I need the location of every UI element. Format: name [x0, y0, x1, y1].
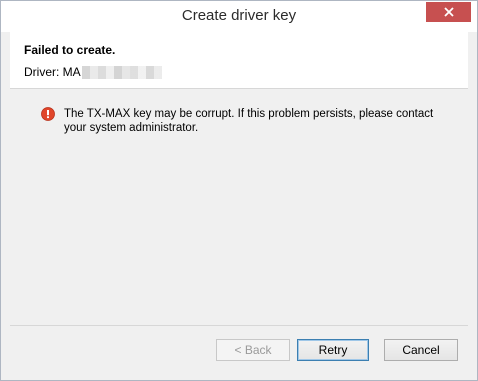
close-button[interactable] [426, 2, 471, 22]
redacted-driver-name [81, 65, 162, 79]
header-title: Failed to create. [24, 43, 116, 57]
dialog-header: Failed to create. Driver: MA [10, 32, 468, 88]
window-title: Create driver key [181, 7, 297, 24]
close-icon [443, 7, 454, 17]
back-button[interactable]: < Back [216, 339, 290, 361]
driver-line: Driver: MA [24, 65, 162, 79]
cancel-button[interactable]: Cancel [384, 339, 458, 361]
footer-separator [10, 325, 468, 326]
dialog-content: The TX-MAX key may be corrupt. If this p… [10, 89, 468, 323]
driver-label: Driver: MA [24, 65, 81, 79]
dialog-window: Create driver key Failed to create. Driv… [0, 0, 478, 381]
title-bar[interactable]: Create driver key [1, 1, 477, 32]
retry-button[interactable]: Retry [297, 339, 369, 361]
error-icon [41, 107, 55, 121]
error-message: The TX-MAX key may be corrupt. If this p… [64, 108, 434, 134]
